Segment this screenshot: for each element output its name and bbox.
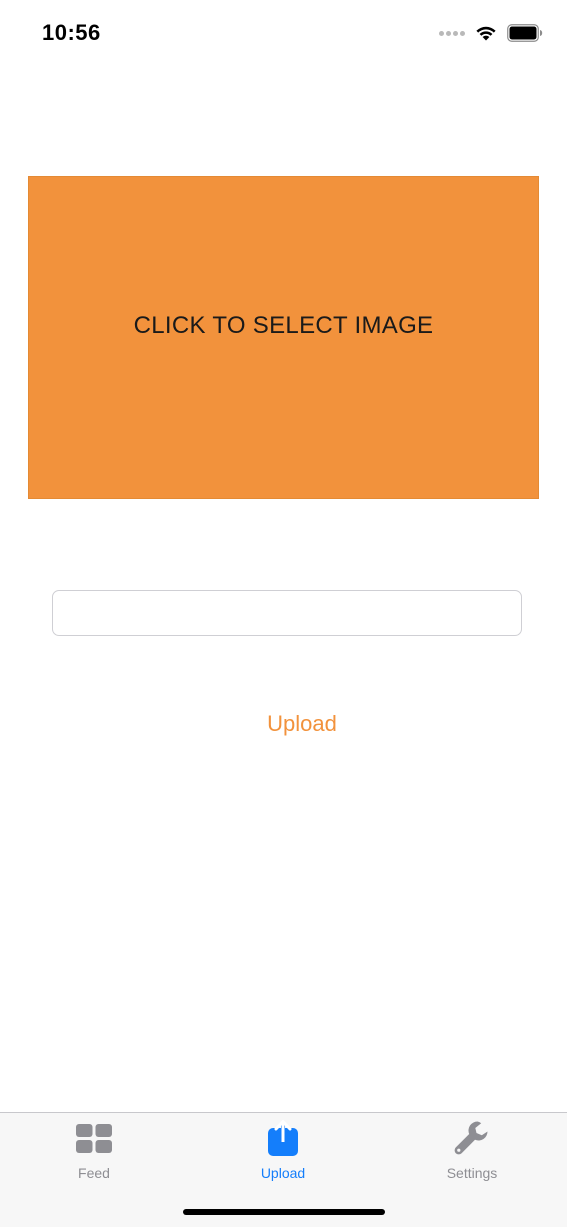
status-time: 10:56 — [42, 20, 101, 45]
tab-upload[interactable]: Upload — [223, 1119, 343, 1189]
wifi-icon — [475, 25, 497, 41]
select-image-button[interactable]: CLICK TO SELECT IMAGE — [28, 176, 539, 499]
grid-icon — [74, 1119, 114, 1159]
status-bar: 10:56 — [0, 0, 567, 70]
tab-settings-label: Settings — [446, 1165, 498, 1181]
tab-settings[interactable]: Settings — [412, 1119, 532, 1189]
battery-icon — [507, 24, 543, 42]
home-indicator — [183, 1209, 385, 1215]
tab-feed-label: Feed — [78, 1165, 110, 1181]
status-icons — [439, 24, 543, 42]
upload-icon — [263, 1119, 303, 1159]
caption-input[interactable] — [52, 590, 522, 636]
wrench-icon — [452, 1119, 492, 1159]
tab-feed[interactable]: Feed — [34, 1119, 154, 1189]
cellular-signal-icon — [439, 30, 465, 36]
select-image-label: CLICK TO SELECT IMAGE — [133, 311, 434, 339]
upload-button[interactable]: Upload — [0, 710, 567, 738]
tab-upload-label: Upload — [260, 1165, 306, 1181]
